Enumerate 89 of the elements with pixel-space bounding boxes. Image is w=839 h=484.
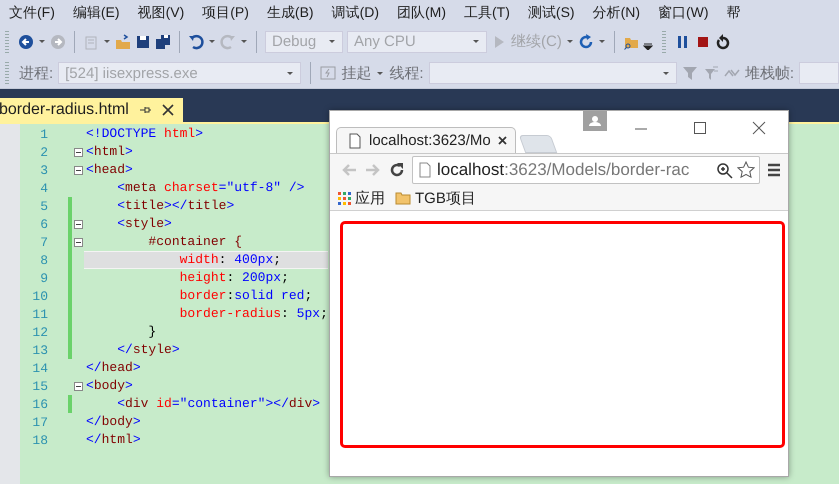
collapse-icon[interactable] [74,166,82,174]
menu-item[interactable]: 项目(P) [193,4,258,22]
code-line: <meta charset="utf-8" /> [116,179,306,197]
menu-icon[interactable] [766,162,782,178]
menu-item[interactable]: 窗口(W) [649,4,718,22]
menu-item[interactable]: 团队(M) [388,4,456,22]
suspend-button[interactable]: 挂起 [341,64,372,82]
menu-item[interactable]: 文件(F) [0,4,64,22]
zoom-icon[interactable] [716,162,733,178]
save-all-icon[interactable] [155,34,171,50]
code-line: <head> [85,161,134,179]
caret-icon[interactable] [208,38,216,45]
line-number: 8 [39,252,48,268]
thread-label: 线程: [389,64,424,82]
code-line: </style> [116,341,181,359]
line-number: 6 [39,216,48,232]
code-line: <title></title> [116,197,236,215]
refresh-icon[interactable] [578,34,594,50]
line-number: 4 [39,180,48,196]
folder-icon [395,190,411,206]
close-icon[interactable] [752,121,766,135]
code-line: #container { [147,233,244,251]
open-folder-icon[interactable] [115,34,131,50]
line-number: 11 [31,306,48,322]
code-line: <div id="container"></div> [116,395,322,413]
process-label: 进程: [18,64,54,82]
line-number: 12 [31,324,48,340]
apps-icon [338,192,351,204]
collapse-icon[interactable] [74,220,82,228]
code-line: <!DOCTYPE html> [85,125,204,143]
code-line: <html> [85,143,134,161]
avatar-icon[interactable] [583,111,607,131]
line-number: 18 [31,432,48,448]
caret-icon[interactable] [376,70,384,76]
reload-icon[interactable] [388,161,406,179]
caret-icon[interactable] [662,70,670,76]
caret-icon[interactable] [240,38,248,45]
line-number: 1 [39,126,48,142]
menu-item[interactable]: 调试(D) [322,4,388,22]
back-icon[interactable] [18,34,34,50]
line-number: 14 [31,360,48,376]
collapse-icon[interactable] [74,238,82,246]
document-tab[interactable]: border-radius.html [0,98,183,122]
collapse-icon[interactable] [74,148,82,156]
menu-item[interactable]: 帮 [718,4,750,22]
menu-item[interactable]: 编辑(E) [64,4,129,22]
code-line: border-radius: 5px; [178,305,328,323]
caret-icon[interactable] [566,38,574,45]
maximize-icon[interactable] [692,121,706,135]
menu-item[interactable]: 生成(B) [258,4,323,22]
code-line: height: 200px; [178,269,290,287]
line-number: 10 [31,288,48,304]
menu-item[interactable]: 分析(N) [584,4,650,22]
line-number: 7 [39,234,48,250]
line-number: 3 [39,162,48,178]
bookmark[interactable]: TGB项目 [395,188,476,208]
star-icon[interactable] [737,161,755,179]
line-number: 15 [31,378,48,394]
save-icon[interactable] [135,34,151,50]
page-icon[interactable] [347,132,363,148]
code-line: </head> [85,359,142,377]
close-icon[interactable] [496,135,508,146]
caret-icon[interactable] [598,38,606,45]
code-line: </body> [85,413,142,431]
code-line: <body> [85,377,134,395]
code-line: </html> [85,431,142,449]
menu-item[interactable]: 测试(S) [518,4,584,22]
code-line: border:solid red; [178,287,314,305]
restart-icon[interactable] [714,34,731,50]
caret-icon[interactable] [38,38,46,45]
bookmark[interactable]: 应用 [338,188,385,208]
browser-tab[interactable]: localhost:3623/Mo [336,127,516,153]
address-bar[interactable]: localhost:3623/Models/border-rac [412,156,760,184]
close-icon[interactable] [160,103,175,117]
page-icon[interactable] [417,162,433,178]
line-number: 5 [39,198,48,214]
line-number: 13 [31,342,48,358]
line-number: 9 [39,270,48,286]
line-number: 2 [39,144,48,160]
line-number: 16 [31,396,48,412]
code-line: } [147,323,158,341]
caret-icon[interactable] [103,38,111,45]
collapse-icon[interactable] [74,382,82,390]
line-number: 17 [31,414,48,430]
undo-icon[interactable] [188,34,204,50]
stack-frame-label: 堆栈帧: [744,64,794,82]
code-line: <style> [116,215,173,233]
menu-item[interactable]: 工具(T) [455,4,519,22]
menu-item[interactable]: 视图(V) [128,4,194,22]
